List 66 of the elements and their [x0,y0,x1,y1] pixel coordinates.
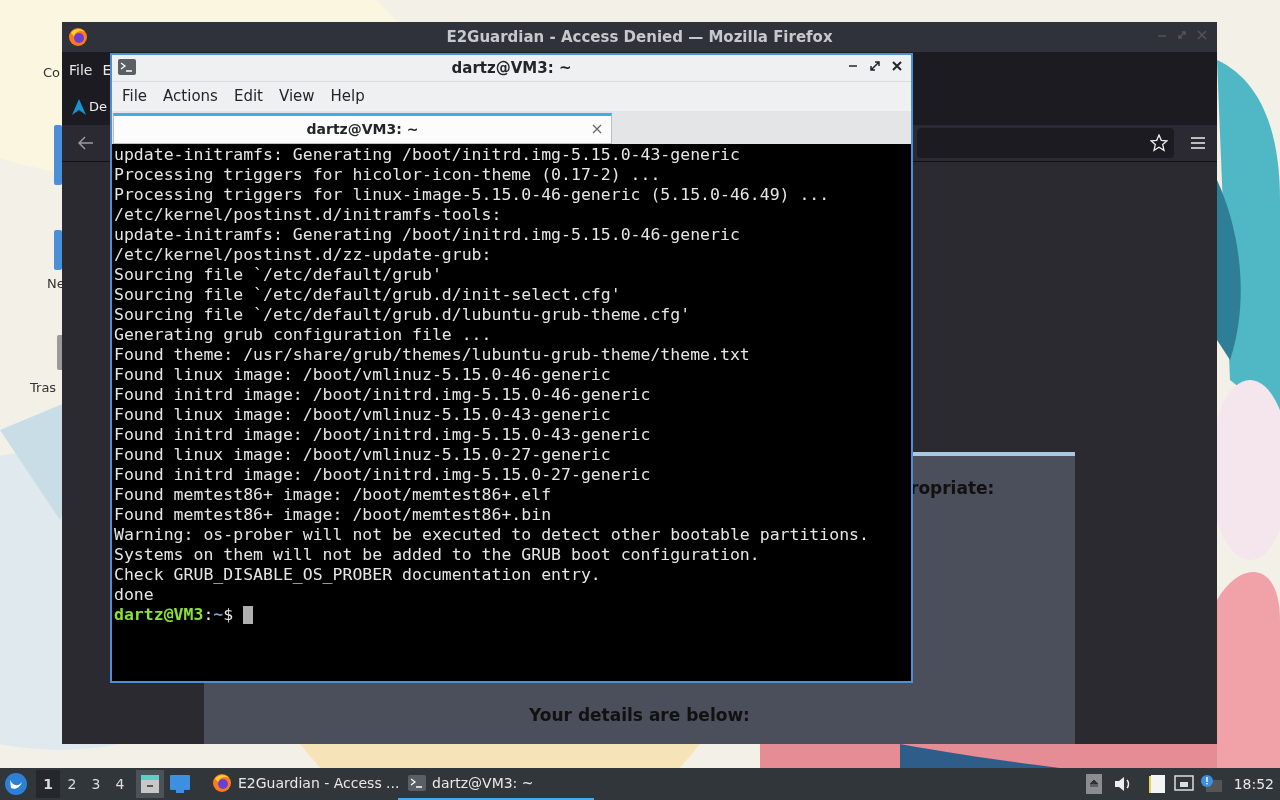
terminal-icon [118,59,136,75]
file-cabinet-icon[interactable] [136,770,164,798]
menu-item[interactable]: File [69,59,93,81]
terminal-line: Found linux image: /boot/vmlinuz-5.15.0-27-generic [114,445,612,465]
terminal-line: Found initrd image: /boot/initrd.img-5.15.0-46-generic [114,385,652,405]
terminal-line: Sourcing file `/etc/default/grub' [114,265,443,285]
terminal-line: Systems on them will not be added to the GRUB boot configuration. [114,545,761,565]
terminal-line: /etc/kernel/postinst.d/zz-update-grub: [114,245,493,265]
terminal-line: Found linux image: /boot/vmlinuz-5.15.0-43-generic [114,405,612,425]
desktop-switch[interactable]: 3 [84,770,108,798]
details-heading: Your details are below: [528,703,751,727]
taskbar-task[interactable]: E2Guardian - Access ... [202,768,398,800]
desktop-switch[interactable]: 2 [60,770,84,798]
back-icon[interactable] [78,136,94,150]
window-title: E2Guardian - Access Denied — Mozilla Firefox [446,26,833,48]
menu-item[interactable]: File [114,85,156,108]
terminal-line: Found linux image: /boot/vmlinuz-5.15.0-46-generic [114,365,612,385]
desktop-switch[interactable]: 4 [108,770,132,798]
window-title: dartz@VM3: ~ [451,57,572,79]
terminal-line: Found memtest86+ image: /boot/memtest86+.bin [114,505,553,525]
firefox-icon [212,773,232,793]
terminal-line: Check GRUB_DISABLE_OS_PROBER documentation entry. [114,565,602,585]
icon-label: Co [43,66,61,79]
terminal-line: Sourcing file `/etc/default/grub.d/init-select.cfg' [114,285,622,305]
menu-icon[interactable] [1191,137,1205,149]
volume-icon[interactable] [1113,776,1132,792]
menu-item[interactable]: E [102,59,112,81]
terminal-tab[interactable]: dartz@VM3: ~ [113,113,612,144]
task-label: E2Guardian - Access ... [238,773,400,793]
taskbar-task[interactable]: dartz@VM3: ~ [398,768,594,800]
clipboard-icon[interactable] [1147,774,1166,794]
network-icon[interactable] [1173,775,1194,793]
firefox-icon [68,27,88,47]
browser-tab[interactable]: De [72,88,107,125]
notification-icon[interactable] [1199,774,1222,794]
clock[interactable]: 18:52 [1233,773,1274,795]
terminal-line: Found memtest86+ image: /boot/memtest86+.elf [114,485,553,505]
maximize-icon[interactable] [867,58,883,74]
terminal-line: done [114,585,155,605]
menu-item[interactable]: View [270,85,323,108]
menu-item[interactable]: Actions [155,85,226,108]
icon-label: Tras [30,381,57,394]
cursor [243,606,254,624]
terminal-line: Processing triggers for linux-image-5.15.0-46-generic (5.15.0-46.49) ... [114,185,831,205]
terminal-line: Warning: os-prober will not be executed to detect other bootable partitions. [114,525,870,545]
terminal-line: Found theme: /usr/share/grub/themes/lubuntu-grub-theme/theme.txt [114,345,751,365]
terminal-line: Sourcing file `/etc/default/grub.d/lubuntu-grub-theme.cfg' [114,305,692,325]
terminal-line: update-initramfs: Generating /boot/initrd.img-5.15.0-43-generic [114,145,741,165]
start-menu-icon[interactable] [4,772,28,796]
terminal-line: Found initrd image: /boot/initrd.img-5.15.0-27-generic [114,465,652,485]
terminal-line: Processing triggers for hicolor-icon-theme (0.17-2) ... [114,165,662,185]
terminal-line: update-initramfs: Generating /boot/initrd.img-5.15.0-46-generic [114,225,741,245]
panel-heading: ropriate: [910,478,995,498]
arch-icon [72,98,86,115]
terminal-icon [408,775,426,791]
tab-label: dartz@VM3: ~ [306,120,419,139]
menu-item[interactable]: Help [322,85,373,108]
star-icon[interactable] [1150,134,1168,152]
terminal-line: Generating grub configuration file ... [114,325,493,345]
terminal-line: Found initrd image: /boot/initrd.img-5.15.0-43-generic [114,425,652,445]
terminal-line: /etc/kernel/postinst.d/initramfs-tools: [114,205,503,225]
prompt-line: dartz@VM3:~$ [114,605,234,625]
desktop-icon[interactable] [170,775,190,793]
desktop-switch[interactable]: 1 [36,770,60,798]
task-label: dartz@VM3: ~ [432,773,534,793]
menu-item[interactable]: Edit [225,85,271,108]
